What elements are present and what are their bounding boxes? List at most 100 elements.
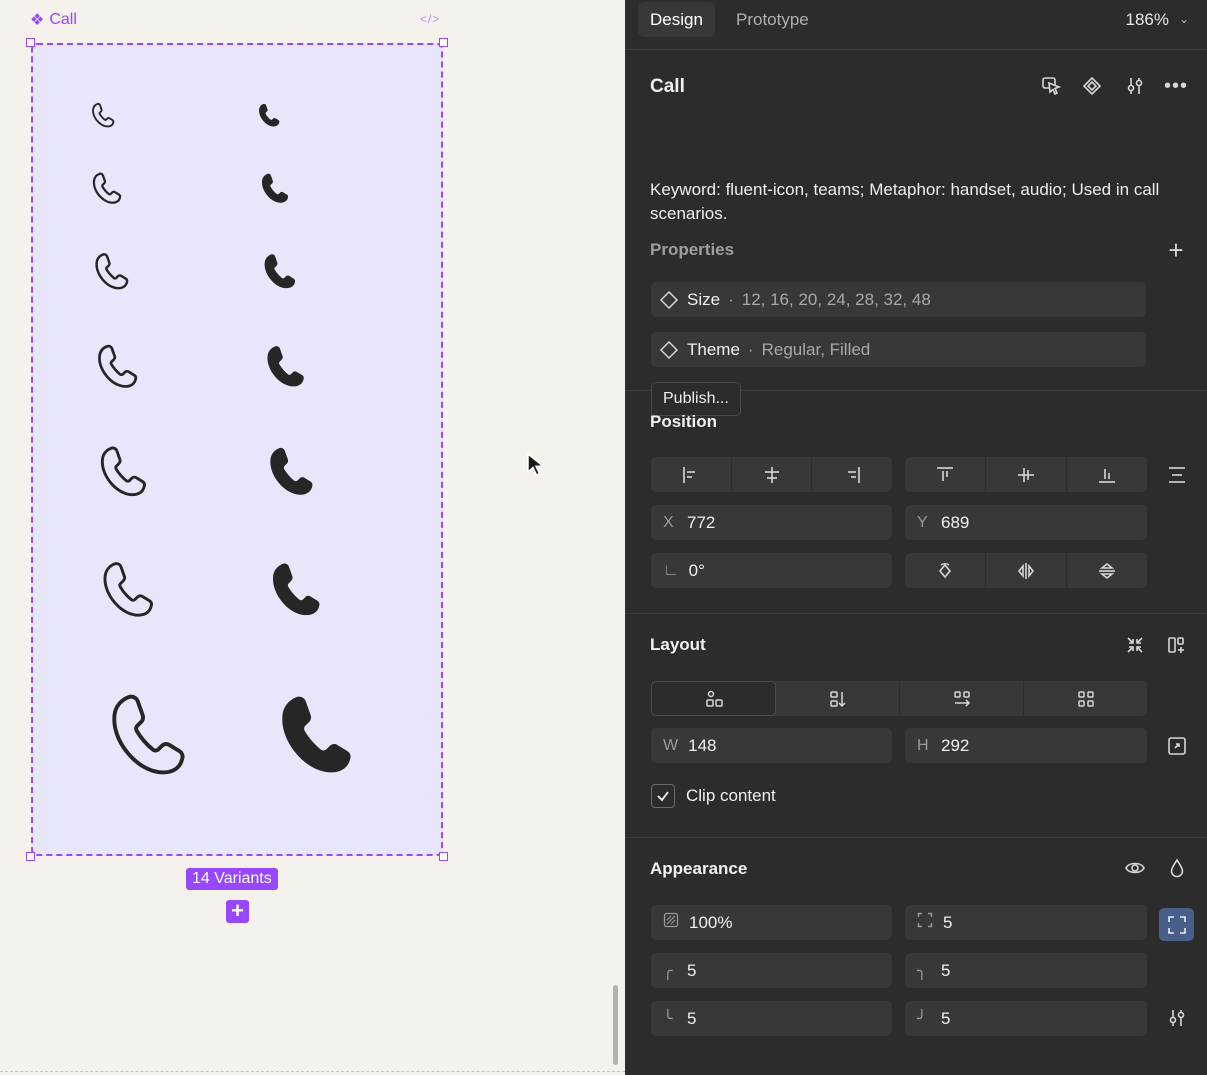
- layout-mode-group: [651, 681, 1147, 716]
- zoom-level[interactable]: 186%: [1126, 10, 1169, 30]
- property-name: Theme: [687, 339, 740, 359]
- property-values: Regular, Filled: [761, 339, 871, 359]
- clip-content-label: Clip content: [686, 786, 776, 805]
- resize-handle-top-right[interactable]: [439, 38, 448, 47]
- h-value: 292: [941, 735, 970, 755]
- layout-section: Layout W 148 H 292 Clip content: [625, 614, 1207, 838]
- layout-title: Layout: [650, 635, 706, 654]
- height-field[interactable]: H 292: [905, 728, 1147, 763]
- resize-handle-bottom-right[interactable]: [439, 852, 448, 861]
- radius-top-left-field[interactable]: ╭ 5: [651, 953, 892, 988]
- call-filled-24-icon[interactable]: [262, 336, 312, 396]
- tab-prototype[interactable]: Prototype: [724, 2, 821, 38]
- freeform-layout-icon[interactable]: [651, 681, 776, 716]
- corner-radius-field[interactable]: 5: [905, 905, 1147, 940]
- flip-horizontal-icon[interactable]: [986, 553, 1067, 588]
- resize-to-fit-icon[interactable]: [1163, 732, 1191, 760]
- rotation-angle-icon: ∟: [663, 561, 679, 579]
- appearance-title: Appearance: [650, 859, 748, 878]
- property-theme[interactable]: Theme · Regular, Filled: [651, 332, 1146, 367]
- w-value: 148: [688, 735, 717, 755]
- vertical-layout-icon[interactable]: [776, 681, 900, 716]
- properties-heading: Properties: [650, 240, 735, 259]
- property-size[interactable]: Size · 12, 16, 20, 24, 28, 32, 48: [651, 282, 1146, 317]
- call-filled-48-icon[interactable]: [272, 676, 366, 792]
- component-diamond-icon[interactable]: [1078, 72, 1106, 100]
- frame-label[interactable]: ❖ Call: [30, 10, 77, 30]
- component-section: Call ••• Keyword: fluent-icon, teams; Me…: [625, 50, 1207, 416]
- y-label: Y: [917, 513, 928, 531]
- independent-corners-icon[interactable]: [1159, 908, 1194, 941]
- call-regular-28-icon[interactable]: [96, 436, 154, 506]
- align-right-icon[interactable]: [812, 457, 892, 492]
- component-title: Call: [650, 76, 685, 97]
- collapse-layout-icon[interactable]: [1121, 631, 1149, 659]
- component-set-icon: ❖: [30, 12, 45, 29]
- align-vertical-center-icon[interactable]: [986, 457, 1067, 492]
- radius-top-right-field[interactable]: ╮ 5: [905, 953, 1147, 988]
- align-left-icon[interactable]: [651, 457, 732, 492]
- radius-bottom-left-value: 5: [687, 1008, 697, 1028]
- variants-badge[interactable]: 14 Variants: [186, 868, 278, 890]
- frame-label-text: Call: [49, 11, 77, 28]
- variant-diamond-icon: [659, 290, 679, 309]
- adjust-properties-icon[interactable]: [1121, 72, 1149, 100]
- call-filled-12-icon[interactable]: [256, 99, 284, 131]
- opacity-value: 100%: [689, 912, 733, 932]
- width-field[interactable]: W 148: [651, 728, 892, 763]
- align-horizontal-center-icon[interactable]: [732, 457, 813, 492]
- eye-icon[interactable]: [1121, 854, 1149, 882]
- distribute-icon[interactable]: [1163, 461, 1191, 489]
- corner-bottom-right-icon: ╯: [917, 1010, 927, 1028]
- rotate-90-icon[interactable]: [905, 553, 986, 588]
- resize-handle-top-left[interactable]: [26, 38, 35, 47]
- align-top-icon[interactable]: [905, 457, 986, 492]
- call-regular-32-icon[interactable]: [98, 550, 162, 628]
- horizontal-layout-icon[interactable]: [900, 681, 1024, 716]
- y-position-field[interactable]: Y 689: [905, 505, 1147, 540]
- opacity-field[interactable]: 100%: [651, 905, 892, 940]
- x-position-field[interactable]: X 772: [651, 505, 892, 540]
- tab-design[interactable]: Design: [638, 2, 715, 37]
- call-filled-16-icon[interactable]: [258, 168, 294, 208]
- corner-top-right-icon: ╮: [917, 962, 927, 980]
- call-regular-20-icon[interactable]: [92, 247, 134, 295]
- call-filled-28-icon[interactable]: [264, 436, 322, 506]
- grid-layout-icon[interactable]: [1024, 681, 1147, 716]
- fill-drop-icon[interactable]: [1163, 854, 1191, 882]
- flip-vertical-icon[interactable]: [1067, 553, 1147, 588]
- add-property-icon[interactable]: +: [1162, 235, 1190, 265]
- canvas-scrollbar[interactable]: [613, 985, 618, 1065]
- corner-radius-icon: [917, 912, 933, 933]
- position-section: Position X 772 Y 689 ∟ 0°: [625, 391, 1207, 614]
- canvas-divider: [0, 1071, 625, 1072]
- h-label: H: [917, 736, 929, 754]
- call-filled-32-icon[interactable]: [266, 550, 330, 628]
- component-set-frame[interactable]: [31, 43, 443, 856]
- call-regular-12-icon[interactable]: [90, 99, 118, 131]
- canvas[interactable]: ❖ Call </> 14 Variants +: [0, 0, 625, 1075]
- go-to-main-component-icon[interactable]: [1037, 72, 1065, 100]
- align-bottom-icon[interactable]: [1067, 457, 1147, 492]
- transform-group: [905, 553, 1147, 588]
- radius-bottom-right-field[interactable]: ╯ 5: [905, 1001, 1147, 1036]
- add-auto-layout-icon[interactable]: [1163, 631, 1191, 659]
- call-regular-48-icon[interactable]: [104, 676, 198, 792]
- more-options-icon[interactable]: •••: [1162, 72, 1190, 100]
- panel-tabs: Design Prototype 186% ⌄: [625, 0, 1207, 50]
- horizontal-align-group: [651, 457, 892, 492]
- x-value: 772: [687, 512, 716, 532]
- code-icon[interactable]: </>: [420, 12, 440, 26]
- properties-panel: Design Prototype 186% ⌄ Call ••• Keyword…: [625, 0, 1207, 1075]
- call-regular-16-icon[interactable]: [90, 168, 126, 208]
- call-regular-24-icon[interactable]: [94, 336, 144, 396]
- radius-bottom-left-field[interactable]: ╰ 5: [651, 1001, 892, 1036]
- chevron-down-icon[interactable]: ⌄: [1179, 12, 1189, 26]
- variant-diamond-icon: [659, 340, 679, 359]
- resize-handle-bottom-left[interactable]: [26, 852, 35, 861]
- call-filled-20-icon[interactable]: [260, 247, 302, 295]
- add-variant-button[interactable]: +: [226, 900, 249, 923]
- adjust-appearance-icon[interactable]: [1163, 1004, 1191, 1032]
- clip-content-checkbox[interactable]: [651, 784, 675, 808]
- rotation-field[interactable]: ∟ 0°: [651, 553, 892, 588]
